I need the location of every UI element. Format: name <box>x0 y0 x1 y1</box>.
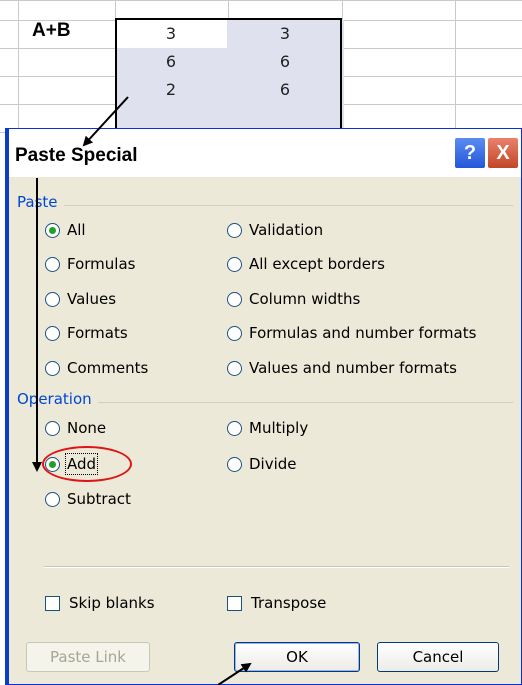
arrow-to-dialog <box>82 96 129 147</box>
annotation-arrows <box>32 96 252 685</box>
arrow-to-ok <box>217 662 252 685</box>
